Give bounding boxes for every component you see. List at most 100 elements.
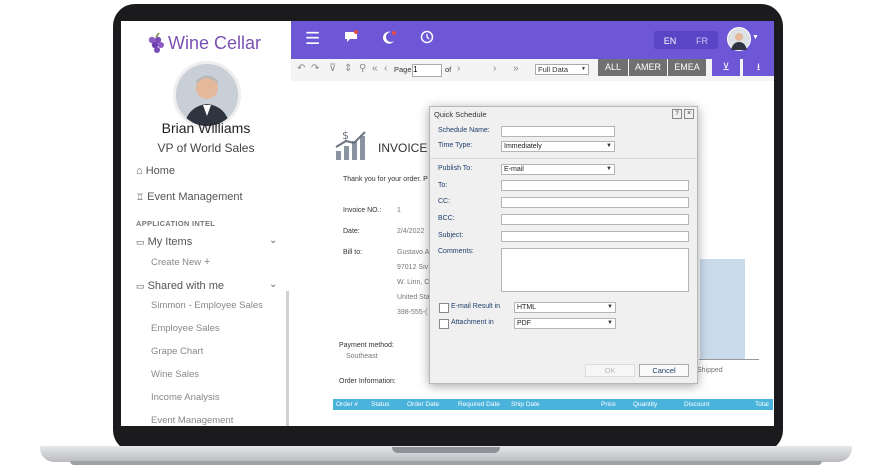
sort-icon[interactable]: ⇕ bbox=[344, 63, 352, 74]
divider bbox=[430, 158, 697, 159]
menu-icon[interactable]: ☰ bbox=[305, 29, 320, 49]
trophy-icon: ♖ bbox=[136, 192, 145, 202]
redo-icon[interactable]: ↷ bbox=[311, 63, 319, 74]
cancel-button[interactable]: Cancel bbox=[639, 364, 689, 377]
nav-my-items[interactable]: ▭ My Items bbox=[136, 236, 192, 248]
invoice-no-label: Invoice NO.: bbox=[343, 207, 382, 214]
schedule-name-label: Schedule Name: bbox=[438, 127, 490, 134]
shared-item[interactable]: Simmon - Employee Sales bbox=[151, 300, 263, 311]
region-all-button[interactable]: ALL bbox=[598, 59, 628, 76]
moon-icon[interactable] bbox=[382, 30, 396, 48]
header-avatar[interactable] bbox=[727, 27, 751, 51]
region-emea-button[interactable]: EMEA bbox=[668, 59, 706, 76]
caret-down-icon: ▼ bbox=[607, 304, 613, 310]
clock-icon[interactable] bbox=[420, 30, 434, 48]
grape-logo-icon bbox=[146, 32, 168, 59]
shared-item[interactable]: Wine Sales bbox=[151, 369, 199, 380]
chart-axis bbox=[699, 359, 759, 360]
region-amer-button[interactable]: AMER bbox=[629, 59, 667, 76]
caret-down-icon: ▼ bbox=[606, 166, 612, 172]
filter-button[interactable]: ⊻ bbox=[712, 59, 740, 76]
shared-item[interactable]: Grape Chart bbox=[151, 346, 203, 357]
laptop-foot bbox=[70, 461, 822, 465]
svg-text:$: $ bbox=[342, 129, 349, 142]
column-header: Ship Date bbox=[511, 401, 540, 408]
filter-icon[interactable]: ⊽ bbox=[329, 63, 336, 74]
publish-to-select[interactable]: E-mail ▼ bbox=[501, 164, 615, 175]
brand-name: Wine Cellar bbox=[168, 33, 262, 53]
first-page-icon[interactable]: « bbox=[372, 63, 378, 74]
avatar[interactable] bbox=[173, 61, 241, 129]
email-result-label: E-mail Result in bbox=[451, 303, 501, 310]
bill-to-line: W. Linn, C bbox=[397, 279, 430, 286]
bill-to-line: United Sta bbox=[397, 294, 430, 301]
lang-fr[interactable]: FR bbox=[686, 32, 718, 50]
email-result-select[interactable]: HTML ▼ bbox=[514, 302, 616, 313]
caret-down-icon: ▼ bbox=[581, 66, 586, 72]
sidebar-scrollbar[interactable] bbox=[286, 291, 289, 426]
bcc-input[interactable] bbox=[501, 214, 689, 225]
last-page-icon[interactable]: » bbox=[513, 63, 519, 74]
publish-to-value: E-mail bbox=[504, 166, 524, 173]
screen: Wine Cellar Brian Williams VP of World S… bbox=[121, 21, 774, 426]
nav-shared[interactable]: ▭ Shared with me bbox=[136, 280, 224, 292]
attachment-checkbox[interactable] bbox=[439, 319, 449, 329]
time-type-value: Immediately bbox=[504, 143, 542, 150]
cc-input[interactable] bbox=[501, 197, 689, 208]
nav-event-management-label: Event Management bbox=[147, 191, 243, 203]
data-select[interactable]: Full Data ▼ bbox=[535, 64, 589, 75]
next-page-icon[interactable]: › bbox=[457, 63, 460, 74]
user-role: VP of World Sales bbox=[157, 141, 255, 155]
language-switcher: EN FR bbox=[654, 31, 718, 49]
nav-my-items-label: My Items bbox=[147, 236, 193, 248]
column-header: Price bbox=[601, 401, 616, 408]
email-result-checkbox[interactable] bbox=[439, 303, 449, 313]
column-header: Order # bbox=[336, 401, 359, 408]
chevron-down-icon[interactable]: ⌄ bbox=[269, 279, 277, 290]
folder-icon: ▭ bbox=[136, 237, 145, 247]
shared-item[interactable]: Event Management bbox=[151, 415, 233, 426]
schedule-name-input[interactable] bbox=[501, 126, 615, 137]
column-header: Status bbox=[371, 401, 390, 408]
quick-schedule-dialog: Quick Schedule ? × Schedule Name: Time T… bbox=[429, 106, 698, 384]
order-info-label: Order Information: bbox=[339, 378, 396, 385]
lang-en[interactable]: EN bbox=[654, 32, 686, 50]
nav-event-management[interactable]: ♖ Event Management bbox=[136, 191, 243, 203]
payment-value: Southeast bbox=[346, 353, 378, 360]
attachment-label: Attachment in bbox=[451, 319, 494, 326]
to-input[interactable] bbox=[501, 180, 689, 191]
shared-item[interactable]: Employee Sales bbox=[151, 323, 220, 334]
report-title: INVOICE bbox=[378, 141, 428, 155]
shipped-label: Shipped bbox=[697, 367, 723, 374]
close-icon[interactable]: × bbox=[684, 109, 694, 119]
invoice-no-value: 1 bbox=[397, 207, 401, 214]
chat-icon[interactable] bbox=[344, 30, 358, 48]
download-button[interactable]: ⭳ bbox=[743, 59, 774, 76]
caret-down-icon[interactable]: ▼ bbox=[752, 34, 759, 41]
bill-to-line: 398-555-( bbox=[397, 309, 428, 316]
nav-create-new-label: Create New bbox=[151, 257, 202, 268]
laptop-notch bbox=[392, 447, 500, 453]
user-name: Brian Williams bbox=[161, 120, 251, 136]
shared-item[interactable]: Income Analysis bbox=[151, 392, 220, 403]
report-toolbar: ↶ ↷ ⊽ ⇕ ⚲ « ‹ Page 1 of › › » Full Data ▼… bbox=[291, 59, 774, 82]
nav-shared-label: Shared with me bbox=[147, 280, 225, 292]
nav-create-new[interactable]: Create New + bbox=[151, 256, 210, 268]
attachment-select[interactable]: PDF ▼ bbox=[514, 318, 616, 329]
to-label: To: bbox=[438, 182, 448, 189]
bill-to-line: 97012 Siv bbox=[397, 264, 429, 271]
chevron-down-icon[interactable]: ⌄ bbox=[269, 235, 277, 246]
zoom-icon[interactable]: ⚲ bbox=[359, 63, 366, 74]
page-label: Page bbox=[394, 65, 412, 74]
ok-button[interactable]: OK bbox=[585, 364, 635, 377]
nav-next-icon[interactable]: › bbox=[493, 63, 496, 74]
help-icon[interactable]: ? bbox=[672, 109, 682, 119]
prev-page-icon[interactable]: ‹ bbox=[384, 63, 387, 74]
time-type-select[interactable]: Immediately ▼ bbox=[501, 141, 615, 152]
subject-input[interactable] bbox=[501, 231, 689, 242]
comments-textarea[interactable] bbox=[501, 248, 689, 292]
undo-icon[interactable]: ↶ bbox=[297, 63, 305, 74]
nav-home[interactable]: ⌂ Home bbox=[136, 165, 175, 177]
page-input[interactable]: 1 bbox=[412, 64, 442, 77]
time-type-label: Time Type: bbox=[438, 142, 473, 149]
